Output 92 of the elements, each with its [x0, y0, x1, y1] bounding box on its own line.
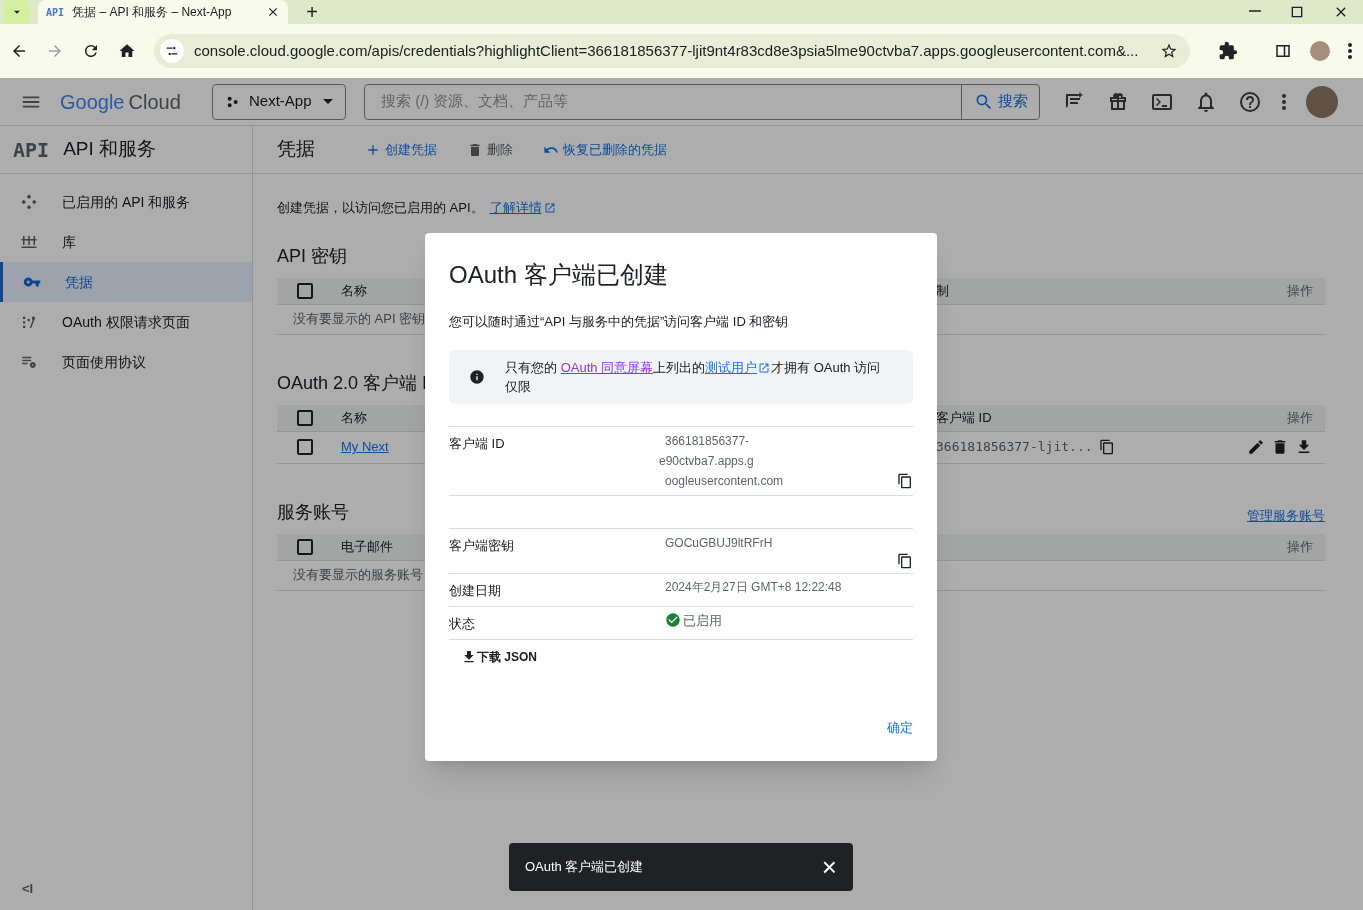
tab-favicon: API: [46, 5, 65, 20]
sidebar-item[interactable]: OAuth 权限请求页面: [0, 302, 252, 342]
sidebar-item[interactable]: 凭据: [0, 262, 252, 302]
column-header: 操作: [1287, 408, 1313, 427]
consent-screen-link[interactable]: OAuth 同意屏幕: [560, 359, 654, 375]
column-header: 电子邮件: [341, 538, 393, 554]
dialog-title: OAuth 客户端已创建: [449, 260, 669, 290]
field-label: 创建日期: [449, 582, 501, 598]
minimize-icon: [1249, 10, 1261, 12]
search-button[interactable]: 搜索: [961, 84, 1039, 119]
column-header: 名称: [341, 282, 367, 298]
client-name-link[interactable]: My Next: [341, 439, 389, 455]
select-all-checkbox[interactable]: [297, 282, 313, 299]
ok-button[interactable]: 确定: [885, 717, 915, 737]
column-header: 操作: [1287, 281, 1313, 300]
learn-more-link[interactable]: 了解详情: [489, 198, 542, 218]
home-icon: [118, 42, 136, 60]
cloud-logo-text: Cloud: [128, 89, 181, 115]
search-field[interactable]: 搜索 (/) 资源、文档、产品等: [365, 84, 961, 119]
section-title: API 密钥: [277, 244, 347, 268]
client-id-cell-text: 366181856377-ljit...: [936, 438, 1093, 457]
intro-text: 创建凭据，以访问您已启用的 API。: [277, 199, 484, 217]
profile-avatar[interactable]: [1310, 41, 1330, 61]
address-bar[interactable]: console.cloud.google.com/apis/credentials?highlightClient=366181856377-ljit9nt4r83cd8e3psia5lme90ctvba7.apps.googleusercontent.com&...: [154, 34, 1190, 68]
section-title: OAuth 2.0 客户端 I: [277, 371, 428, 395]
empty-message: 没有要显示的 API 密钥: [293, 310, 426, 329]
empty-message: 没有要显示的服务账号: [293, 566, 423, 585]
more-icon[interactable]: [1348, 43, 1352, 59]
external-link-icon: [758, 362, 771, 375]
client-secret-value: GOC: [665, 534, 693, 552]
client-id-value: e90ctvba7.apps.g: [659, 452, 754, 470]
info-icon: [469, 368, 485, 385]
field-label: 客户端密钥: [449, 537, 514, 553]
side-panel-icon: [1274, 42, 1292, 60]
sidebar-item[interactable]: 已启用的 API 和服务: [0, 182, 252, 222]
client-id-value: 366181856377-: [665, 432, 751, 450]
select-all-checkbox[interactable]: [297, 538, 313, 555]
column-header: 操作: [1287, 537, 1313, 556]
close-icon: [266, 5, 280, 19]
reload-icon: [82, 42, 100, 60]
client-secret-value: uGBUJ9ltRFrH: [692, 534, 773, 552]
search-bar[interactable]: 搜索 (/) 资源、文档、产品等 搜索: [364, 83, 1040, 120]
extensions-icon: [1218, 41, 1238, 61]
created-date-value: 2024年2月27日 GMT+8 12:22:48: [665, 579, 842, 594]
dropdown-icon: [323, 99, 333, 104]
help-icon: [1238, 89, 1262, 114]
page-title: 凭据: [277, 137, 315, 162]
select-all-checkbox[interactable]: [297, 409, 313, 426]
dots-icon: [20, 193, 38, 211]
section-title: 服务账号: [277, 500, 349, 524]
toolbar-action[interactable]: 恢复已删除的凭据: [543, 139, 667, 160]
sidebar-title: API 和服务: [63, 137, 157, 162]
copy-icon: [897, 472, 913, 489]
tab-title: 凭据 – API 和服务 – Next-App: [72, 4, 233, 21]
column-header: 制: [936, 281, 949, 300]
sidebar-item[interactable]: 库: [0, 222, 252, 262]
snackbar-text: OAuth 客户端已创建: [525, 858, 644, 877]
library-icon: [20, 233, 38, 251]
forward-icon: [46, 42, 64, 60]
notice-text: 只有您的 OAuth 同意屏幕上列出的测试用户 才拥有 OAuth 访问仅限: [505, 358, 882, 396]
column-header: 名称: [341, 409, 367, 425]
row-checkbox[interactable]: [297, 439, 313, 455]
external-link-icon: [543, 201, 556, 214]
download-json-button[interactable]: 下载 JSON: [461, 647, 537, 666]
column-header: 客户端 ID: [936, 408, 992, 427]
project-selector[interactable]: Next-App: [212, 83, 346, 120]
account-avatar[interactable]: [1306, 85, 1338, 118]
maximize-icon: [1289, 4, 1305, 20]
star-icon: [1160, 42, 1178, 60]
edit-icon: [1247, 438, 1265, 456]
field-label: 状态: [449, 615, 475, 631]
dialog-description: 您可以随时通过“API 与服务中的凭据”访问客户端 ID 和密钥: [449, 313, 790, 331]
collapse-sidebar-button[interactable]: <I: [22, 878, 34, 898]
url-text: console.cloud.google.com/apis/credentials?highlightClient=366181856377-ljit9nt4r83cd8e3psia5lme90ctvba7.apps.googleusercontent.com&...: [194, 40, 1140, 61]
field-label: 客户端 ID: [449, 435, 505, 451]
api-logo-text: API: [13, 136, 50, 164]
copy-icon: [897, 552, 913, 569]
site-settings-icon: [165, 44, 179, 58]
test-users-link[interactable]: 测试用户: [705, 359, 758, 375]
toolbar-action[interactable]: 创建凭据: [365, 139, 437, 160]
browser-tab[interactable]: API 凭据 – API 和服务 – Next-App: [38, 0, 288, 24]
sidebar-item[interactable]: 页面使用协议: [0, 342, 252, 382]
manage-service-accounts-link[interactable]: 管理服务账号: [1247, 506, 1325, 526]
google-logo: Google: [60, 89, 125, 115]
close-snackbar-button[interactable]: ×: [821, 854, 837, 880]
status-value: 已启用: [683, 611, 722, 630]
more-icon[interactable]: [1282, 93, 1286, 110]
copy-icon: [1098, 439, 1115, 455]
new-tab-button[interactable]: +: [300, 0, 324, 24]
download-icon: [461, 648, 477, 665]
client-id-value: oogleusercontent.com: [665, 472, 784, 490]
trash-icon: [467, 141, 483, 158]
